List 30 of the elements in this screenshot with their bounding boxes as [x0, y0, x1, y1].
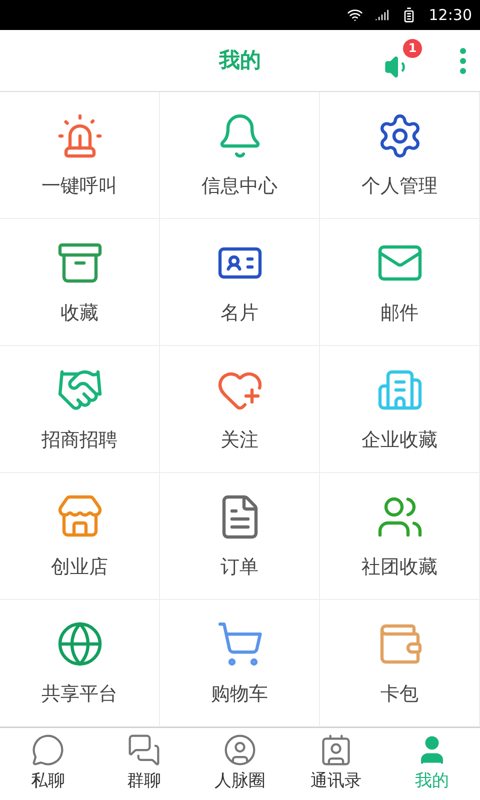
- siren-icon: [56, 112, 104, 160]
- notification-badge: 1: [403, 38, 422, 58]
- page-title: 我的: [219, 46, 261, 74]
- nav-tab[interactable]: 私聊: [0, 728, 96, 800]
- menu-tile[interactable]: 名片: [160, 219, 320, 346]
- menu-tile[interactable]: 邮件: [320, 219, 480, 346]
- menu-tile[interactable]: 一键呼叫: [0, 92, 160, 219]
- menu-tile[interactable]: 社团收藏: [320, 473, 480, 600]
- chat-bubble-icon: [31, 733, 65, 768]
- globe-icon: [56, 620, 104, 668]
- signal-icon: [374, 8, 389, 22]
- speaker-button[interactable]: 1: [384, 38, 424, 82]
- shopping-cart-icon: [216, 620, 264, 668]
- menu-tile[interactable]: 关注: [160, 346, 320, 473]
- contact-card-icon: [319, 733, 353, 768]
- nav-tab[interactable]: 人脉圈: [192, 728, 288, 800]
- chat-bubbles-icon: [127, 733, 161, 768]
- menu-tile[interactable]: 创业店: [0, 473, 160, 600]
- status-time: 12:30: [428, 4, 472, 26]
- more-icon: [460, 48, 466, 74]
- nav-tab[interactable]: 群聊: [96, 728, 192, 800]
- menu-tile[interactable]: 订单: [160, 473, 320, 600]
- menu-tile[interactable]: 招商招聘: [0, 346, 160, 473]
- menu-tile[interactable]: 企业收藏: [320, 346, 480, 473]
- nav-tab[interactable]: 通讯录: [288, 728, 384, 800]
- menu-tile[interactable]: 个人管理: [320, 92, 480, 219]
- menu-tile[interactable]: 收藏: [0, 219, 160, 346]
- menu-tile[interactable]: 信息中心: [160, 92, 320, 219]
- wifi-icon: [346, 7, 363, 23]
- person-circle-icon: [223, 733, 257, 768]
